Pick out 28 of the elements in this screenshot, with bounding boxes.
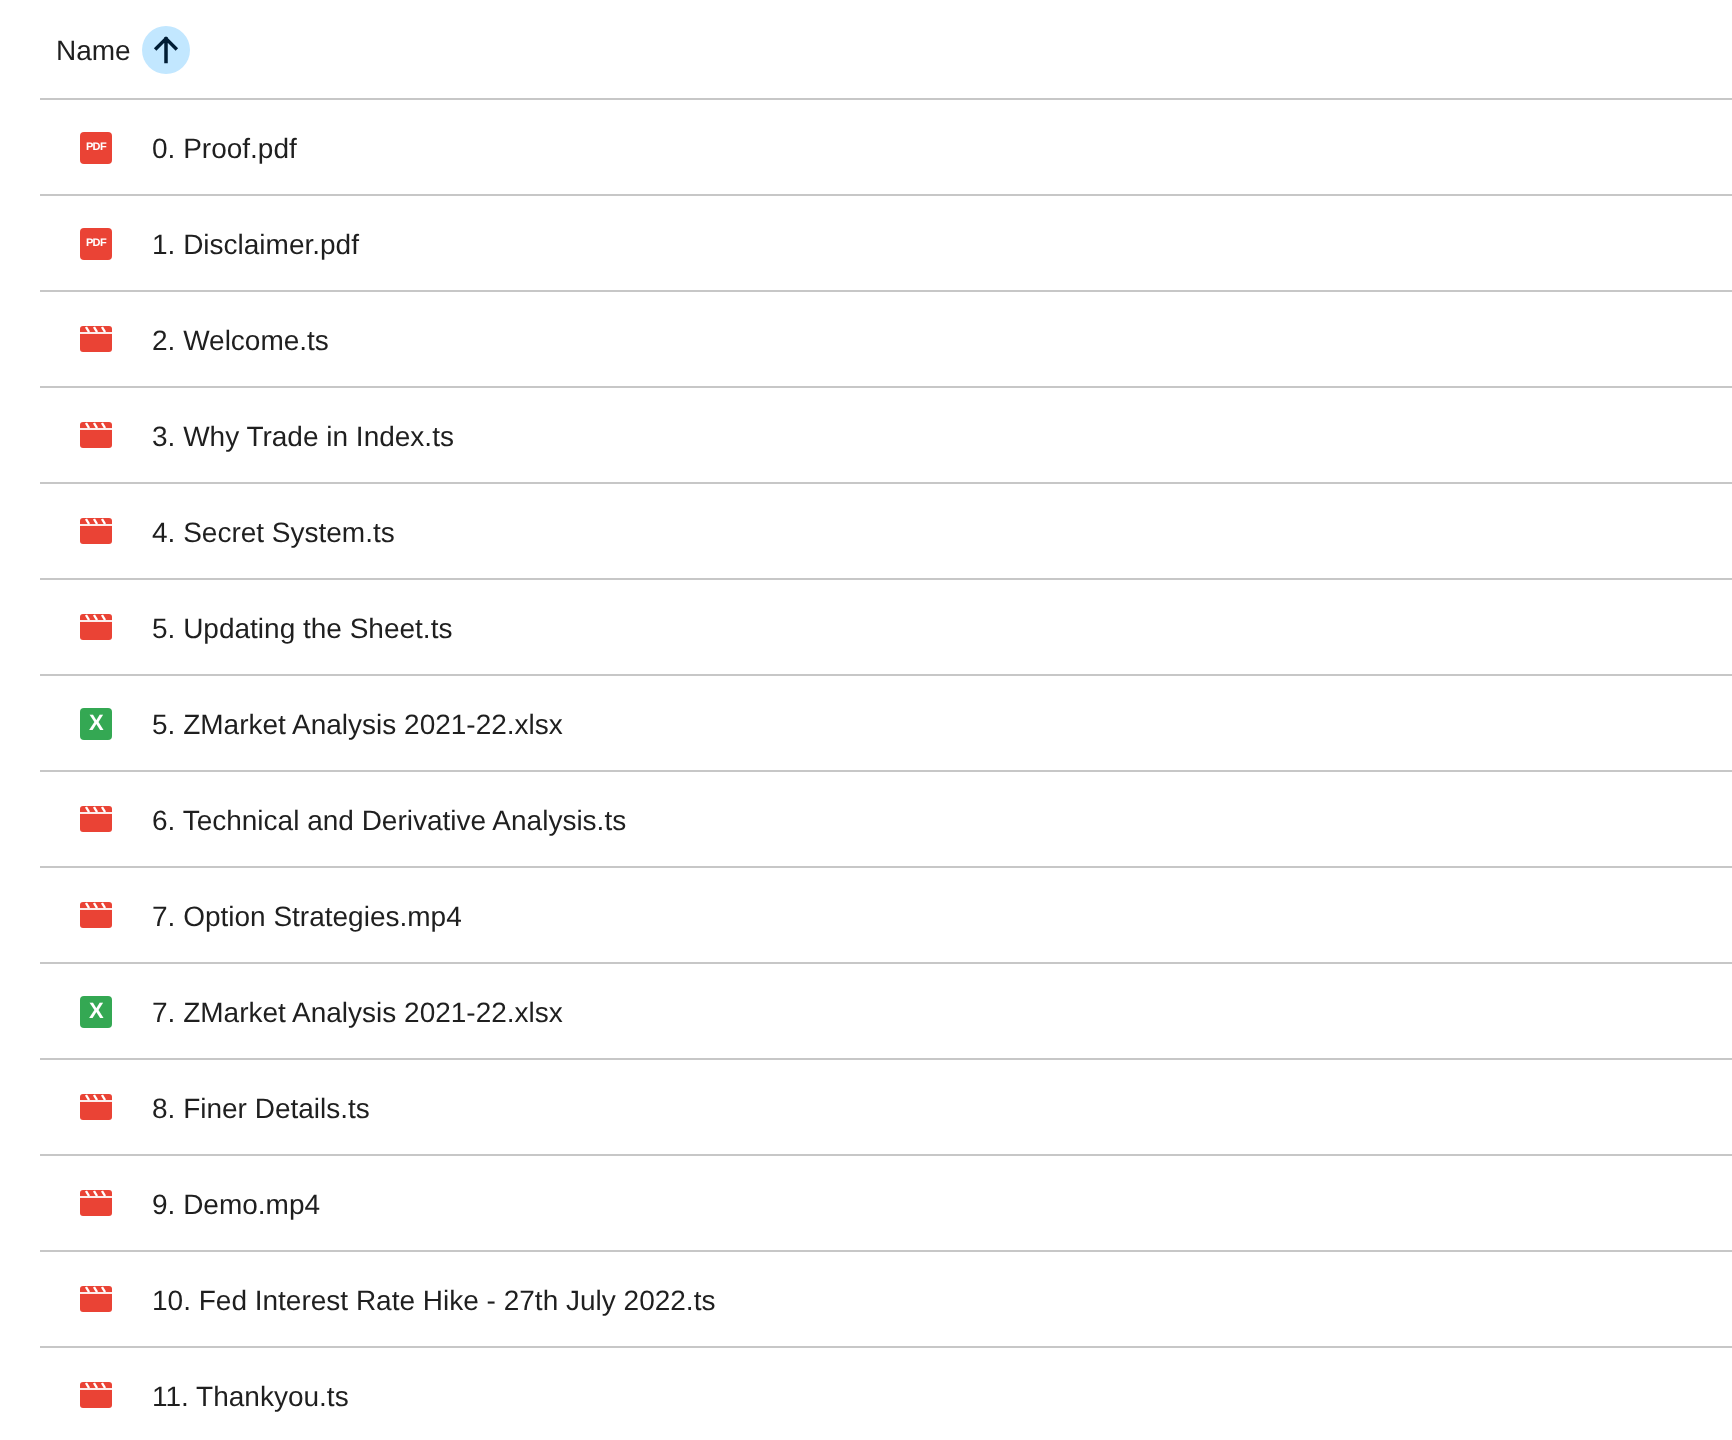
spreadsheet-icon: X [80,707,112,739]
file-name[interactable]: 0. Proof.pdf [152,131,297,163]
column-header[interactable]: Name [56,33,131,65]
file-name[interactable]: 11. Thankyou.ts [152,1379,349,1411]
file-name[interactable]: 9. Demo.mp4 [152,1187,321,1219]
file-name[interactable]: 5. Updating the Sheet.ts [152,611,453,643]
film-clapper-icon [80,518,112,544]
file-name[interactable]: 7. Option Strategies.mp4 [152,899,462,931]
film-clapper-icon [80,1286,112,1312]
film-clapper-icon [80,326,112,352]
film-clapper-icon [80,1190,112,1216]
film-clapper-icon [80,1094,112,1120]
sort-button[interactable] [142,25,191,73]
spreadsheet-icon: X [80,995,112,1027]
file-name[interactable]: 7. ZMarket Analysis 2021-22.xlsx [152,995,563,1027]
file-name[interactable]: 5. ZMarket Analysis 2021-22.xlsx [152,707,563,739]
file-name[interactable]: 1. Disclaimer.pdf [152,227,359,259]
film-clapper-icon [80,902,112,928]
file-name[interactable]: 6. Technical and Derivative Analysis.ts [152,803,627,835]
file-name[interactable]: 10. Fed Interest Rate Hike - 27th July 2022.ts [152,1283,716,1315]
file-name[interactable]: 8. Finer Details.ts [152,1091,370,1123]
file-name[interactable]: 4. Secret System.ts [152,515,395,547]
film-clapper-icon [80,614,112,640]
film-clapper-icon [80,422,112,448]
file-name[interactable]: 2. Welcome.ts [152,323,329,355]
film-clapper-icon [80,1382,112,1408]
film-clapper-icon [80,806,112,832]
file-name[interactable]: 3. Why Trade in Index.ts [152,419,454,451]
